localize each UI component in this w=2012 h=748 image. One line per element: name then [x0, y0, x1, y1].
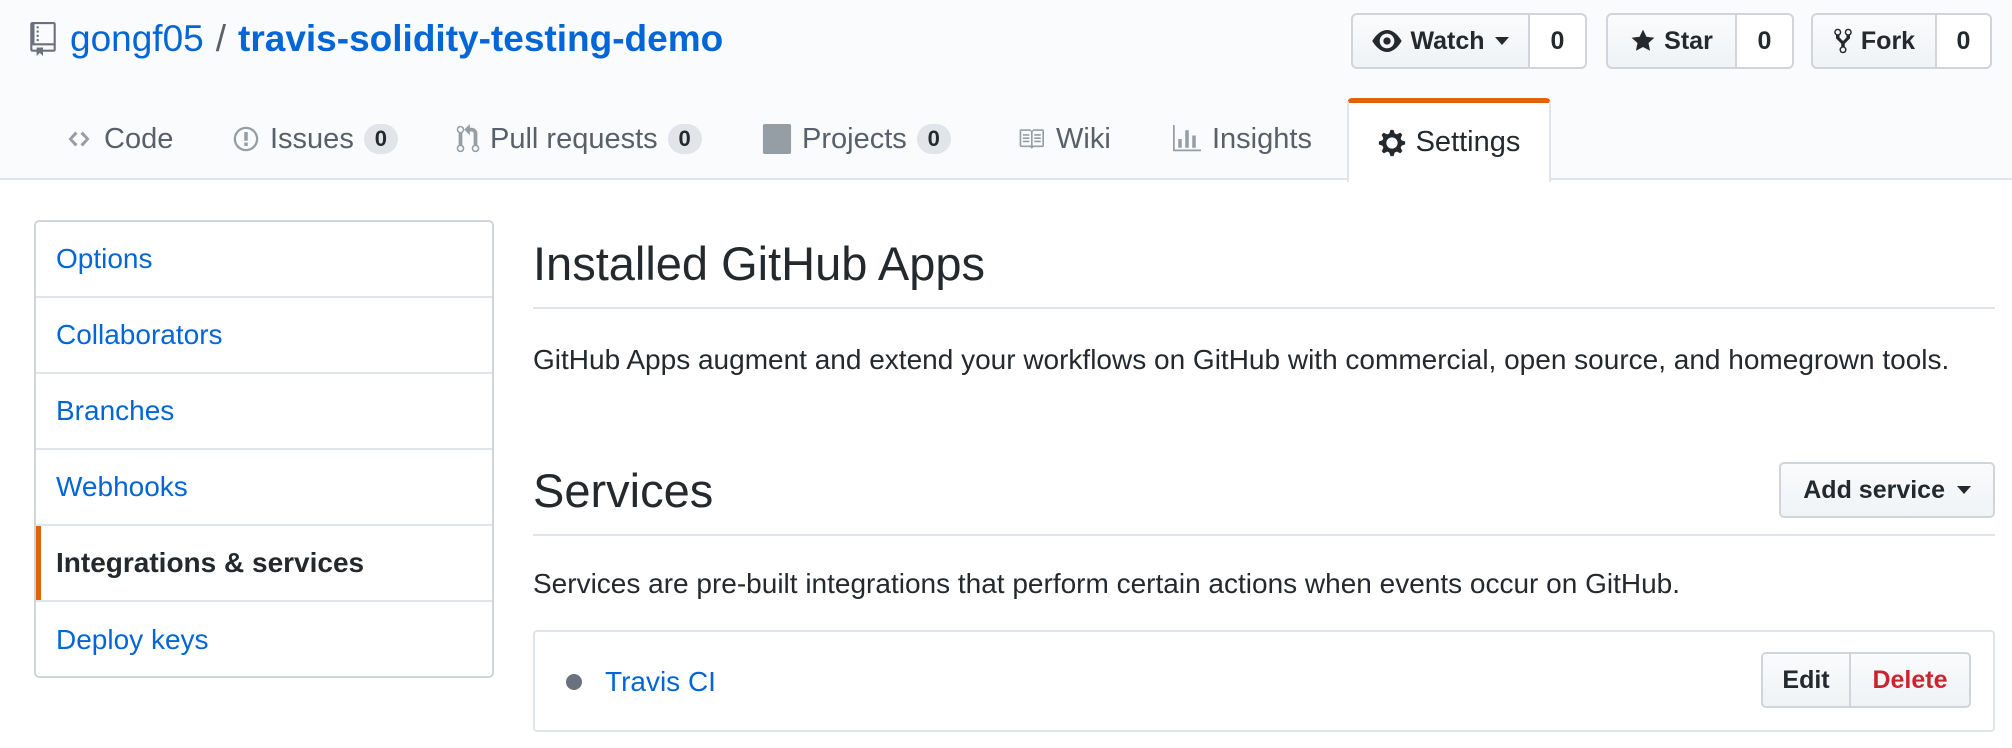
repo-header: gongf05 / travis-solidity-testing-demo W…	[0, 0, 2012, 182]
fork-count[interactable]: 0	[1935, 13, 1992, 69]
repo-nav: Code Issues 0 Pull requests 0 Projects 0…	[0, 98, 2012, 182]
tab-issues[interactable]: Issues 0	[232, 98, 398, 180]
tab-wiki[interactable]: Wiki	[1016, 98, 1111, 180]
status-dot-icon	[566, 674, 582, 690]
eye-icon	[1372, 30, 1403, 52]
tab-label: Issues	[270, 122, 354, 155]
tab-label: Code	[104, 122, 174, 155]
tab-label: Wiki	[1056, 122, 1111, 155]
watch-button[interactable]: Watch	[1351, 13, 1528, 69]
tab-pull-requests[interactable]: Pull requests 0	[456, 98, 702, 180]
repo-icon	[30, 22, 56, 56]
gear-icon	[1378, 129, 1405, 156]
menu-item-options[interactable]: Options	[36, 222, 492, 298]
edit-button[interactable]: Edit	[1761, 652, 1851, 708]
watch-group: Watch 0	[1351, 13, 1587, 69]
tab-label: Pull requests	[490, 122, 658, 155]
fork-label: Fork	[1860, 26, 1916, 55]
watch-label: Watch	[1410, 26, 1485, 55]
star-icon	[1631, 29, 1655, 51]
path-separator: /	[215, 18, 227, 59]
tab-insights[interactable]: Insights	[1172, 98, 1312, 180]
watch-count[interactable]: 0	[1528, 13, 1587, 69]
repo-forked-icon	[1834, 28, 1852, 54]
issue-opened-icon	[233, 126, 259, 152]
menu-item-webhooks[interactable]: Webhooks	[36, 450, 492, 526]
tab-projects[interactable]: Projects 0	[762, 98, 951, 180]
fork-group: Fork 0	[1811, 13, 1992, 69]
delete-button[interactable]: Delete	[1851, 652, 1971, 708]
menu-item-deploy-keys[interactable]: Deploy keys	[36, 602, 492, 676]
apps-description: GitHub Apps augment and extend your work…	[533, 344, 1950, 375]
tab-label: Insights	[1212, 122, 1312, 155]
service-actions: Edit Delete	[1761, 652, 1971, 708]
repo-owner-link[interactable]: gongf05	[70, 18, 204, 60]
tab-counter: 0	[363, 124, 398, 154]
star-button[interactable]: Star	[1606, 13, 1735, 69]
repo-name-link[interactable]: travis-solidity-testing-demo	[238, 18, 723, 60]
tab-label: Projects	[802, 122, 907, 155]
tab-counter: 0	[916, 124, 951, 154]
services-subhead: Services Add service	[533, 446, 1995, 536]
settings-menu: Options Collaborators Branches Webhooks …	[34, 220, 494, 678]
fork-button[interactable]: Fork	[1811, 13, 1935, 69]
project-icon	[762, 124, 792, 154]
star-label: Star	[1664, 26, 1713, 55]
star-count[interactable]: 0	[1735, 13, 1794, 69]
chevron-down-icon	[1494, 37, 1509, 45]
service-item: Travis CI Edit Delete	[533, 630, 1995, 732]
menu-item-integrations-services[interactable]: Integrations & services	[36, 526, 492, 602]
add-service-label: Add service	[1803, 475, 1945, 504]
book-icon	[1019, 129, 1044, 149]
tab-counter: 0	[667, 124, 702, 154]
services-title: Services	[533, 463, 714, 517]
chevron-down-icon	[1957, 486, 1971, 494]
service-name-link[interactable]: Travis CI	[605, 666, 716, 698]
tab-code[interactable]: Code	[64, 98, 173, 180]
add-service-button[interactable]: Add service	[1779, 462, 1995, 518]
star-group: Star 0	[1606, 13, 1794, 69]
apps-subhead: Installed GitHub Apps	[533, 220, 1995, 309]
graph-icon	[1173, 125, 1201, 152]
settings-content: Installed GitHub Apps GitHub Apps augmen…	[533, 220, 1995, 732]
menu-item-branches[interactable]: Branches	[36, 374, 492, 450]
tab-settings[interactable]: Settings	[1347, 98, 1551, 182]
tab-label: Settings	[1415, 126, 1521, 158]
repo-title: gongf05 / travis-solidity-testing-demo	[30, 14, 723, 64]
menu-item-collaborators[interactable]: Collaborators	[36, 298, 492, 374]
code-icon	[68, 131, 90, 147]
apps-title: Installed GitHub Apps	[533, 237, 985, 290]
git-pull-request-icon	[456, 124, 480, 153]
services-description: Services are pre-built integrations that…	[533, 568, 1681, 599]
